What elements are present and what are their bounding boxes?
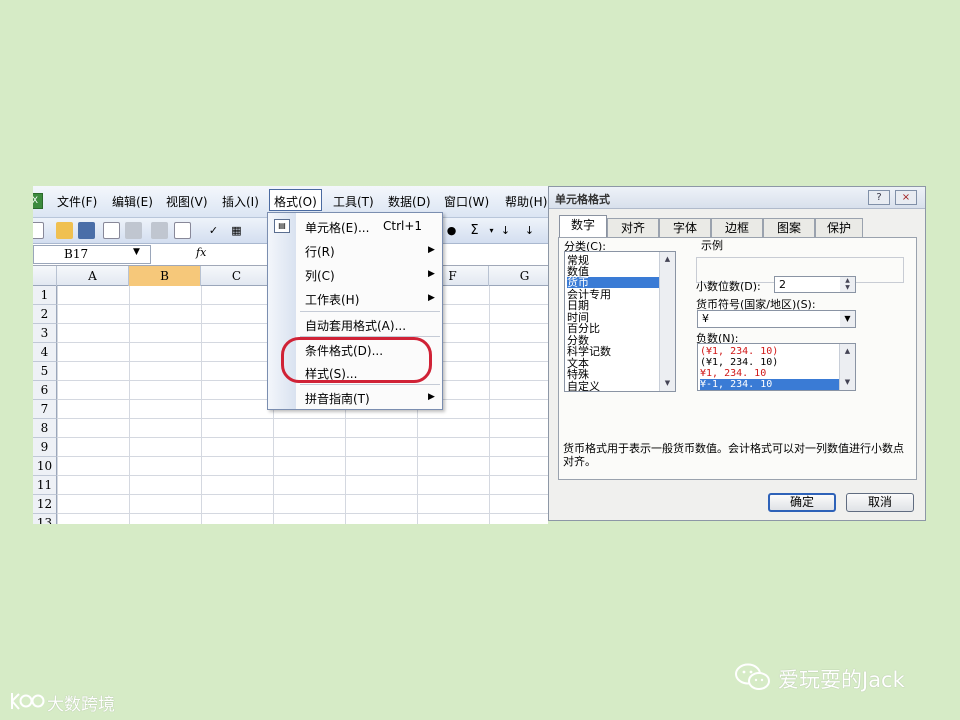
scroll-down-icon[interactable]: ▼ bbox=[840, 375, 855, 390]
shortcut-label: Ctrl+1 bbox=[383, 219, 423, 233]
save-icon[interactable] bbox=[78, 222, 95, 239]
currency-symbol-select[interactable]: ¥ bbox=[697, 310, 856, 328]
menu-insert[interactable]: 插入(I) bbox=[222, 193, 259, 210]
brand-logo-icon bbox=[11, 693, 45, 710]
submenu-arrow-icon: ▶ bbox=[428, 293, 435, 303]
row-header[interactable]: 1 bbox=[33, 286, 57, 305]
category-list[interactable]: 常规 数值 货币 会计专用 日期 时间 百分比 分数 科学记数 文本 特殊 自定… bbox=[564, 251, 676, 392]
column-header[interactable]: C bbox=[201, 266, 273, 286]
submenu-arrow-icon: ▶ bbox=[428, 245, 435, 255]
menu-item-phonetic[interactable]: 拼音指南(T) bbox=[305, 390, 370, 407]
sort-ascending-icon[interactable]: ↓ bbox=[497, 222, 514, 239]
menu-separator bbox=[300, 311, 440, 312]
print-icon[interactable] bbox=[151, 222, 168, 239]
new-document-icon[interactable] bbox=[33, 222, 44, 239]
row-header[interactable]: 3 bbox=[33, 324, 57, 343]
close-button[interactable]: × bbox=[895, 190, 917, 205]
dialog-title: 单元格格式 bbox=[555, 193, 610, 206]
menu-item-cells[interactable]: 单元格(E)... bbox=[305, 219, 369, 236]
menu-separator bbox=[300, 384, 440, 385]
menu-format[interactable]: 格式(O) bbox=[269, 189, 322, 211]
submenu-arrow-icon: ▶ bbox=[428, 392, 435, 402]
list-item[interactable]: 日期 bbox=[567, 300, 659, 311]
negative-list-scrollbar[interactable]: ▲ ▼ bbox=[839, 344, 855, 390]
negative-numbers-list[interactable]: (¥1, 234. 10) (¥1, 234. 10) ¥1, 234. 10 … bbox=[697, 343, 856, 391]
cancel-button[interactable]: 取消 bbox=[846, 493, 914, 512]
menu-item-sheet[interactable]: 工作表(H) bbox=[305, 291, 359, 308]
category-scrollbar[interactable]: ▲ ▼ bbox=[659, 252, 675, 391]
research-icon[interactable]: ▦ bbox=[228, 222, 245, 239]
chevron-down-icon[interactable]: ▼ bbox=[133, 247, 140, 257]
row-header[interactable]: 9 bbox=[33, 438, 57, 457]
tab-number[interactable]: 数字 bbox=[559, 215, 607, 238]
select-all-corner[interactable] bbox=[33, 266, 57, 286]
format-cells-icon: ▤ bbox=[274, 219, 290, 233]
row-header[interactable]: 12 bbox=[33, 495, 57, 514]
chevron-down-icon[interactable]: ▼ bbox=[840, 311, 855, 327]
tab-alignment[interactable]: 对齐 bbox=[607, 218, 659, 237]
scroll-up-icon[interactable]: ▲ bbox=[840, 344, 855, 359]
brand-watermark: 大数跨境 bbox=[47, 695, 115, 715]
row-header[interactable]: 2 bbox=[33, 305, 57, 324]
ok-button[interactable]: 确定 bbox=[768, 493, 836, 512]
menu-window[interactable]: 窗口(W) bbox=[444, 193, 489, 210]
row-header[interactable]: 4 bbox=[33, 343, 57, 362]
list-item[interactable]: ¥1, 234. 10 bbox=[700, 368, 840, 379]
tab-border[interactable]: 边框 bbox=[711, 218, 763, 237]
autosum-icon[interactable]: Σ bbox=[466, 222, 483, 239]
column-header[interactable]: A bbox=[57, 266, 129, 286]
list-item-selected[interactable]: ¥-1, 234. 10 bbox=[700, 379, 840, 390]
help-button[interactable]: ? bbox=[868, 190, 890, 205]
menu-item-row[interactable]: 行(R) bbox=[305, 243, 335, 260]
row-header[interactable]: 7 bbox=[33, 400, 57, 419]
permission-icon[interactable] bbox=[103, 222, 120, 239]
menu-edit[interactable]: 编辑(E) bbox=[112, 193, 153, 210]
dialog-title-bar[interactable]: 单元格格式 ? × bbox=[549, 187, 925, 209]
tab-font[interactable]: 字体 bbox=[659, 218, 711, 237]
format-description: 货币格式用于表示一般货币数值。会计格式可以对一列数值进行小数点对齐。 bbox=[563, 442, 904, 468]
sample-label: 示例 bbox=[701, 239, 723, 252]
tab-protection[interactable]: 保护 bbox=[815, 218, 863, 237]
excel-app-icon[interactable]: X bbox=[33, 193, 43, 209]
highlight-annotation-oval bbox=[281, 337, 432, 383]
column-header-selected[interactable]: B bbox=[129, 266, 201, 286]
list-item[interactable]: 特殊 bbox=[567, 369, 659, 380]
row-header[interactable]: 5 bbox=[33, 362, 57, 381]
fx-icon[interactable]: fx bbox=[196, 246, 206, 259]
sort-descending-icon[interactable]: ↓ bbox=[521, 222, 538, 239]
menu-tools[interactable]: 工具(T) bbox=[333, 193, 374, 210]
account-watermark: 爱玩耍的Jack bbox=[778, 668, 905, 692]
decimal-places-label: 小数位数(D): bbox=[696, 280, 761, 293]
open-folder-icon[interactable] bbox=[56, 222, 73, 239]
row-header[interactable]: 10 bbox=[33, 457, 57, 476]
row-header[interactable]: 8 bbox=[33, 419, 57, 438]
list-item[interactable]: 自定义 bbox=[567, 381, 659, 391]
submenu-arrow-icon: ▶ bbox=[428, 269, 435, 279]
list-item[interactable]: (¥1, 234. 10) bbox=[700, 346, 840, 357]
spelling-icon[interactable]: ✓ bbox=[205, 222, 222, 239]
menu-help[interactable]: 帮助(H) bbox=[505, 193, 547, 210]
menu-item-column[interactable]: 列(C) bbox=[305, 267, 335, 284]
menu-view[interactable]: 视图(V) bbox=[166, 193, 208, 210]
scroll-up-icon[interactable]: ▲ bbox=[660, 252, 675, 267]
scroll-down-icon[interactable]: ▼ bbox=[660, 376, 675, 391]
row-header[interactable]: 11 bbox=[33, 476, 57, 495]
format-cells-dialog: 单元格格式 ? × 数字 对齐 字体 边框 图案 保护 分类(C): 常规 数值… bbox=[548, 186, 926, 521]
wechat-icon bbox=[735, 663, 770, 690]
row-header[interactable]: 13 bbox=[33, 514, 57, 524]
menu-file[interactable]: 文件(F) bbox=[57, 193, 97, 210]
list-item[interactable]: 科学记数 bbox=[567, 346, 659, 357]
print-preview-icon[interactable] bbox=[174, 222, 191, 239]
tab-patterns[interactable]: 图案 bbox=[763, 218, 815, 237]
menu-data[interactable]: 数据(D) bbox=[388, 193, 431, 210]
list-item[interactable]: (¥1, 234. 10) bbox=[700, 357, 840, 368]
hyperlink-icon[interactable]: ● bbox=[443, 222, 460, 239]
list-item-selected[interactable]: 货币 bbox=[567, 277, 659, 288]
column-header[interactable]: G bbox=[489, 266, 548, 286]
menu-item-autoformat[interactable]: 自动套用格式(A)... bbox=[305, 317, 406, 334]
spinner-icon[interactable]: ▲ ▼ bbox=[840, 277, 855, 292]
list-item[interactable]: 百分比 bbox=[567, 323, 659, 334]
row-header[interactable]: 6 bbox=[33, 381, 57, 400]
email-icon[interactable] bbox=[125, 222, 142, 239]
